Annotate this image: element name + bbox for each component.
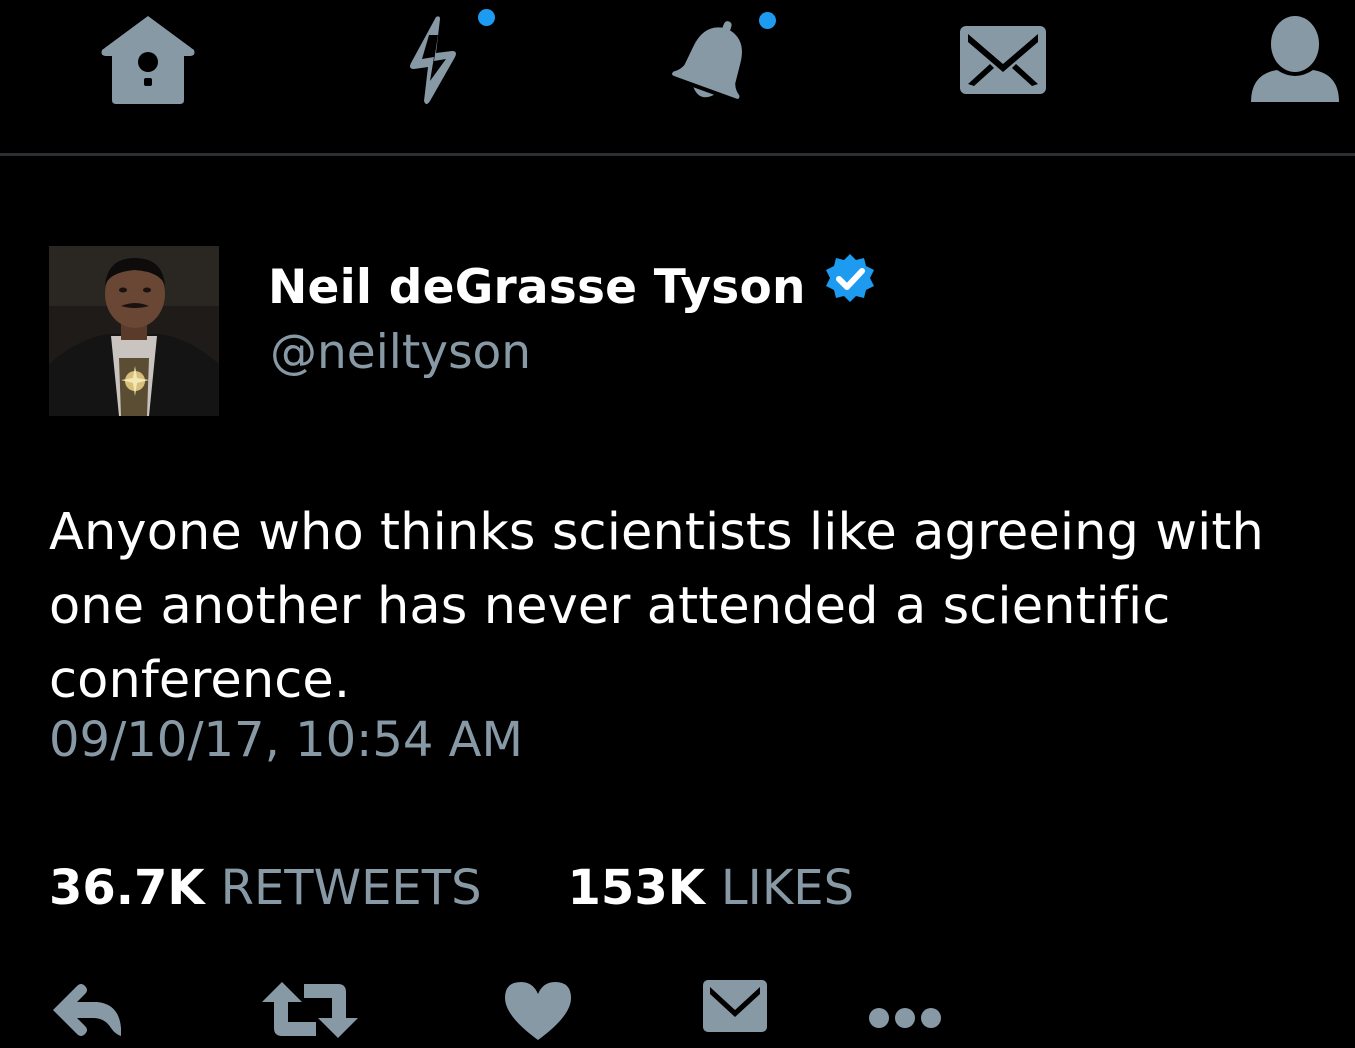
more-dots-icon [869, 1008, 941, 1028]
retweet-button[interactable] [255, 978, 365, 1048]
nav-moments-tab[interactable] [385, 10, 480, 110]
author-name-row: Neil deGrasse Tyson [268, 252, 878, 322]
more-options-button[interactable] [860, 978, 950, 1048]
likes-label: LIKES [720, 860, 855, 916]
likes-count: 153K [567, 860, 705, 916]
verified-badge-icon [825, 254, 874, 302]
likes-stat[interactable]: 153K LIKES [568, 860, 855, 916]
author-display-name[interactable]: Neil deGrasse Tyson [268, 260, 806, 315]
tweet-timestamp: 09/10/17, 10:54 AM [49, 712, 523, 768]
bell-icon [672, 21, 742, 99]
nav-me-tab[interactable] [1240, 10, 1350, 110]
lightning-icon [409, 16, 456, 104]
avatar-photo [49, 246, 219, 416]
retweets-stat[interactable]: 36.7K RETWEETS [49, 860, 482, 916]
retweets-count: 36.7K [49, 860, 205, 916]
birdhouse-icon [101, 16, 194, 104]
notifications-unread-dot [759, 12, 776, 29]
nav-messages-tab[interactable] [950, 10, 1055, 110]
direct-message-button[interactable] [695, 978, 775, 1048]
envelope-icon [703, 980, 767, 1032]
nav-divider [0, 153, 1355, 156]
reply-button[interactable] [40, 978, 130, 1048]
tweet-text: Anyone who thinks scientists like agreei… [49, 503, 1264, 710]
moments-unread-dot [478, 9, 495, 26]
top-nav-bar [0, 0, 1355, 155]
avatar[interactable] [49, 246, 219, 416]
like-button[interactable] [495, 978, 580, 1048]
tweet-stats: 36.7K RETWEETS 153K LIKES [49, 860, 854, 916]
nav-home-tab[interactable] [95, 10, 200, 110]
retweets-label: RETWEETS [220, 860, 482, 916]
nav-notifications-tab[interactable] [665, 10, 765, 110]
author-handle[interactable]: @neiltyson [270, 325, 531, 380]
envelope-icon [959, 26, 1046, 94]
retweet-icon [262, 982, 358, 1038]
reply-icon [53, 984, 121, 1036]
person-icon [1251, 16, 1339, 102]
heart-icon [504, 982, 571, 1040]
